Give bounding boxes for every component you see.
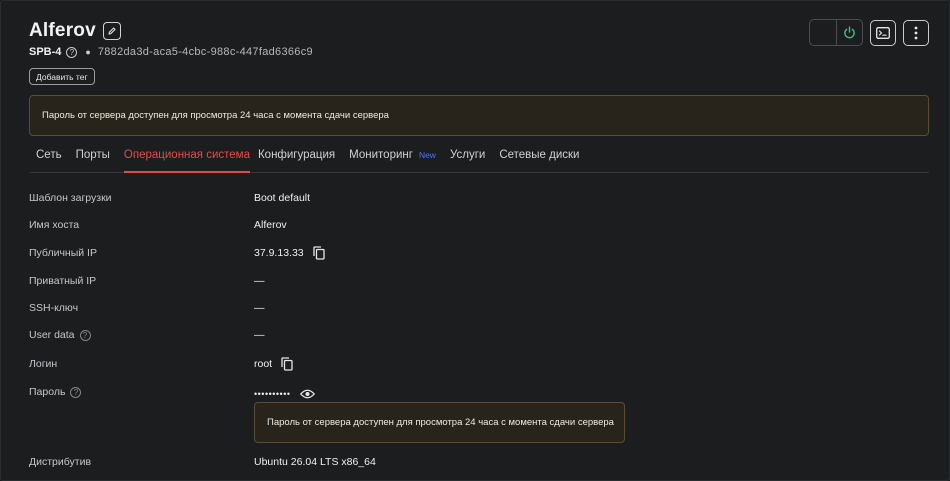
detail-value: Boot default [254, 192, 311, 204]
detail-value: — [254, 275, 265, 287]
tab-configuration[interactable]: Конфигурация [258, 142, 335, 172]
copy-icon[interactable] [281, 357, 293, 371]
separator-dot: ● [85, 47, 91, 57]
terminal-icon [876, 26, 890, 39]
detail-row-public-ip: Публичный IP 37.9.13.33 [29, 244, 929, 262]
detail-label: Пароль ? [29, 386, 254, 398]
detail-row-distro: Дистрибутив Ubuntu 26.04 LTS x86_64 [29, 453, 929, 471]
power-button[interactable] [835, 20, 862, 45]
detail-value: •••••••••• [254, 386, 315, 399]
notice-text: Пароль от сервера доступен для просмотра… [267, 417, 614, 428]
detail-label: Приватный IP [29, 275, 97, 287]
more-actions-button[interactable] [903, 19, 929, 46]
power-control-group [809, 19, 863, 46]
power-placeholder-button[interactable] [810, 20, 836, 45]
detail-row-private-ip: Приватный IP — [29, 272, 929, 290]
password-notice-inline: Пароль от сервера доступен для просмотра… [254, 402, 625, 443]
tab-operating-system[interactable]: Операционная система [123, 142, 251, 173]
password-label: Пароль [29, 386, 66, 398]
notice-text: Пароль от сервера доступен для просмотра… [42, 110, 389, 121]
pencil-icon [108, 27, 116, 35]
tab-monitoring-label: Мониторинг [349, 149, 413, 161]
server-name: Alferov [29, 20, 96, 41]
detail-label: Имя хоста [29, 219, 80, 231]
edit-name-button[interactable] [102, 22, 121, 40]
question-circle-icon[interactable]: ? [66, 46, 78, 58]
add-tag-button[interactable]: Добавить тег [29, 68, 95, 85]
server-subtitle: SPB-4 ? ● 7882da3d-aca5-4cbc-988c-447fad… [29, 46, 313, 58]
detail-row-login: Логин root [29, 355, 929, 373]
question-circle-icon[interactable]: ? [79, 329, 91, 341]
detail-value: Alferov [254, 219, 287, 231]
password-notice-banner: Пароль от сервера доступен для просмотра… [29, 95, 929, 136]
detail-row-user-data: User data ? — [29, 326, 929, 344]
server-actions [809, 19, 929, 46]
new-badge: New [418, 150, 436, 160]
detail-value: root [254, 357, 293, 371]
public-ip-value: 37.9.13.33 [254, 247, 304, 259]
detail-row-boot-template: Шаблон загрузки Boot default [29, 189, 929, 207]
detail-label: User data ? [29, 329, 254, 341]
console-button[interactable] [870, 19, 896, 46]
detail-value: Ubuntu 26.04 LTS x86_64 [254, 456, 376, 468]
server-tabs: Сеть Порты Операционная система Конфигур… [29, 142, 929, 173]
question-circle-icon[interactable]: ? [70, 386, 82, 398]
copy-icon[interactable] [312, 246, 325, 260]
detail-value: — [254, 302, 265, 314]
tab-ports[interactable]: Порты [76, 142, 110, 172]
user-data-label: User data [29, 329, 75, 341]
detail-label: Шаблон загрузки [29, 192, 112, 204]
tab-services[interactable]: Услуги [450, 142, 485, 172]
server-header: Alferov [29, 20, 121, 42]
detail-label: Дистрибутив [29, 456, 92, 468]
power-icon [844, 26, 855, 39]
tab-network[interactable]: Сеть [36, 142, 62, 172]
eye-icon[interactable] [299, 389, 315, 399]
server-uuid: 7882da3d-aca5-4cbc-988c-447fad6366c9 [97, 46, 313, 58]
server-region: SPB-4 [29, 46, 62, 58]
login-value: root [254, 358, 273, 370]
detail-row-password: Пароль ? •••••••••• [29, 383, 929, 401]
tab-monitoring[interactable]: Мониторинг New [349, 142, 436, 172]
detail-value: — [254, 329, 265, 341]
detail-value: 37.9.13.33 [254, 246, 325, 260]
detail-row-hostname: Имя хоста Alferov [29, 216, 929, 234]
more-vertical-icon [914, 26, 918, 39]
password-value: •••••••••• [254, 388, 291, 399]
detail-label: SSH-ключ [29, 302, 79, 314]
detail-label: Публичный IP [29, 247, 97, 259]
tab-network-disks[interactable]: Сетевые диски [499, 142, 579, 172]
detail-row-ssh-key: SSH-ключ — [29, 299, 929, 317]
detail-label: Логин [29, 358, 58, 370]
